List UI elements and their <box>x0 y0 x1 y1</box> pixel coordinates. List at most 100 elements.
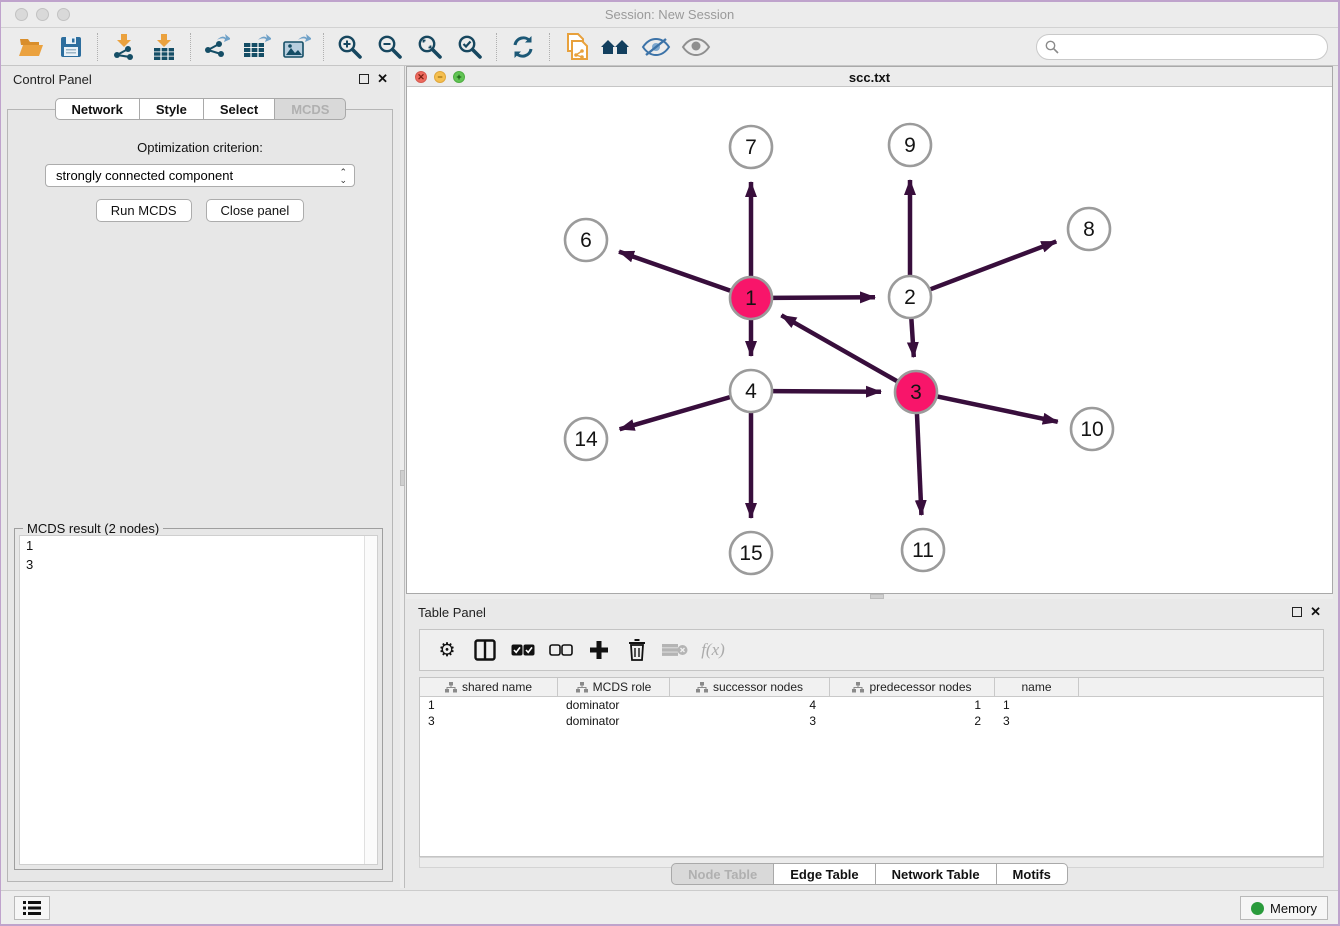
tab-node-table[interactable]: Node Table <box>671 863 774 885</box>
delete-table-button <box>658 634 692 666</box>
plus-icon <box>589 640 609 660</box>
zoom-fit-button[interactable] <box>410 32 450 62</box>
cell-shared-name[interactable]: 1 <box>420 697 558 713</box>
cell-mcds-role[interactable]: dominator <box>558 713 670 729</box>
memory-status-icon <box>1251 902 1264 915</box>
task-history-button[interactable] <box>14 896 50 920</box>
list-icon <box>23 901 41 915</box>
column-header-shared-name[interactable]: shared name <box>420 678 558 696</box>
graph-node-1[interactable]: 1 <box>730 277 772 319</box>
cell-name[interactable]: 1 <box>995 697 1079 713</box>
cell-shared-name[interactable]: 3 <box>420 713 558 729</box>
export-table-button[interactable] <box>237 32 277 62</box>
graph-edge-3-11[interactable] <box>917 413 922 515</box>
delete-column-button[interactable] <box>620 634 654 666</box>
graph-edge-2-3[interactable] <box>911 318 913 357</box>
zoom-out-button[interactable] <box>370 32 410 62</box>
search-input[interactable] <box>1064 40 1319 54</box>
zoom-selected-button[interactable] <box>450 32 490 62</box>
graph-node-11[interactable]: 11 <box>902 529 944 571</box>
save-session-button[interactable] <box>51 32 91 62</box>
tab-style[interactable]: Style <box>140 98 204 120</box>
deselect-all-columns-button[interactable] <box>544 634 578 666</box>
graph-node-2[interactable]: 2 <box>889 276 931 318</box>
svg-text:7: 7 <box>745 136 757 159</box>
close-panel-icon[interactable]: ✕ <box>377 74 388 84</box>
result-list-item[interactable]: 1 <box>20 536 377 555</box>
graph-node-9[interactable]: 9 <box>889 124 931 166</box>
network-canvas[interactable]: 7 9 6 8 1 2 4 3 14 10 15 11 <box>407 87 1332 593</box>
svg-text:8: 8 <box>1083 218 1095 241</box>
graph-edge-4-14[interactable] <box>620 397 731 429</box>
eye-icon <box>681 37 711 57</box>
column-header-successor-nodes[interactable]: successor nodes <box>670 678 830 696</box>
graph-edge-4-3[interactable] <box>772 391 881 392</box>
result-list-item[interactable]: 3 <box>20 555 377 574</box>
column-header-mcds-role[interactable]: MCDS role <box>558 678 670 696</box>
float-panel-icon[interactable] <box>1292 607 1302 617</box>
graph-node-3[interactable]: 3 <box>895 371 937 413</box>
tab-mcds[interactable]: MCDS <box>275 98 346 120</box>
graph-edge-1-2[interactable] <box>772 297 875 298</box>
graph-node-15[interactable]: 15 <box>730 532 772 574</box>
export-image-button[interactable] <box>277 32 317 62</box>
table-row[interactable]: 3 dominator 3 2 3 <box>420 713 1323 729</box>
float-panel-icon[interactable] <box>359 74 369 84</box>
column-header-name[interactable]: name <box>995 678 1079 696</box>
import-table-button[interactable] <box>144 32 184 62</box>
node-table: shared name MCDS role successor nodes pr… <box>419 677 1324 857</box>
graph-node-4[interactable]: 4 <box>730 370 772 412</box>
column-header-predecessor-nodes[interactable]: predecessor nodes <box>830 678 995 696</box>
memory-button[interactable]: Memory <box>1240 896 1328 920</box>
graph-edge-3-1[interactable] <box>781 315 897 381</box>
main-toolbar <box>1 28 1338 66</box>
graph-node-6[interactable]: 6 <box>565 219 607 261</box>
graph-node-14[interactable]: 14 <box>565 418 607 460</box>
clone-network-button[interactable] <box>556 32 596 62</box>
open-file-button[interactable] <box>11 32 51 62</box>
table-options-button[interactable]: ⚙ <box>430 634 464 666</box>
tab-motifs[interactable]: Motifs <box>997 863 1068 885</box>
mcds-result-list[interactable]: 1 3 <box>19 535 378 865</box>
create-column-button[interactable] <box>582 634 616 666</box>
nested-networks-button[interactable] <box>596 32 636 62</box>
search-box[interactable] <box>1036 34 1328 60</box>
tab-edge-table[interactable]: Edge Table <box>774 863 875 885</box>
show-columns-button[interactable] <box>468 634 502 666</box>
close-panel-icon[interactable]: ✕ <box>1310 607 1321 617</box>
graph-edge-1-6[interactable] <box>619 252 731 291</box>
criterion-select[interactable]: strongly connected component ⌃⌄ <box>45 164 355 187</box>
splitter-handle[interactable] <box>400 470 405 486</box>
hide-selected-button[interactable] <box>636 32 676 62</box>
network-window-titlebar: ✕ − + scc.txt <box>407 67 1332 87</box>
refresh-view-button[interactable] <box>503 32 543 62</box>
toolbar-separator <box>496 33 497 61</box>
tab-select[interactable]: Select <box>204 98 275 120</box>
graph-node-7[interactable]: 7 <box>730 126 772 168</box>
window-titlebar: Session: New Session <box>1 2 1338 28</box>
tab-network[interactable]: Network <box>55 98 140 120</box>
vertical-splitter[interactable] <box>400 66 405 888</box>
show-all-button[interactable] <box>676 32 716 62</box>
table-row[interactable]: 1 dominator 4 1 1 <box>420 697 1323 713</box>
cell-predecessor-nodes[interactable]: 1 <box>830 697 995 713</box>
cell-name[interactable]: 3 <box>995 713 1079 729</box>
network-graph[interactable]: 7 9 6 8 1 2 4 3 14 10 15 11 <box>407 87 1335 593</box>
result-scrollbar[interactable] <box>364 536 377 864</box>
checked-boxes-icon <box>511 644 535 656</box>
graph-node-10[interactable]: 10 <box>1071 408 1113 450</box>
import-network-button[interactable] <box>104 32 144 62</box>
graph-edge-3-10[interactable] <box>937 396 1058 421</box>
cell-successor-nodes[interactable]: 4 <box>670 697 830 713</box>
close-panel-button[interactable]: Close panel <box>206 199 305 222</box>
select-all-columns-button[interactable] <box>506 634 540 666</box>
graph-edge-2-8[interactable] <box>930 241 1057 289</box>
run-mcds-button[interactable]: Run MCDS <box>96 199 192 222</box>
zoom-in-button[interactable] <box>330 32 370 62</box>
graph-node-8[interactable]: 8 <box>1068 208 1110 250</box>
cell-predecessor-nodes[interactable]: 2 <box>830 713 995 729</box>
tab-network-table[interactable]: Network Table <box>876 863 997 885</box>
cell-successor-nodes[interactable]: 3 <box>670 713 830 729</box>
export-network-button[interactable] <box>197 32 237 62</box>
cell-mcds-role[interactable]: dominator <box>558 697 670 713</box>
